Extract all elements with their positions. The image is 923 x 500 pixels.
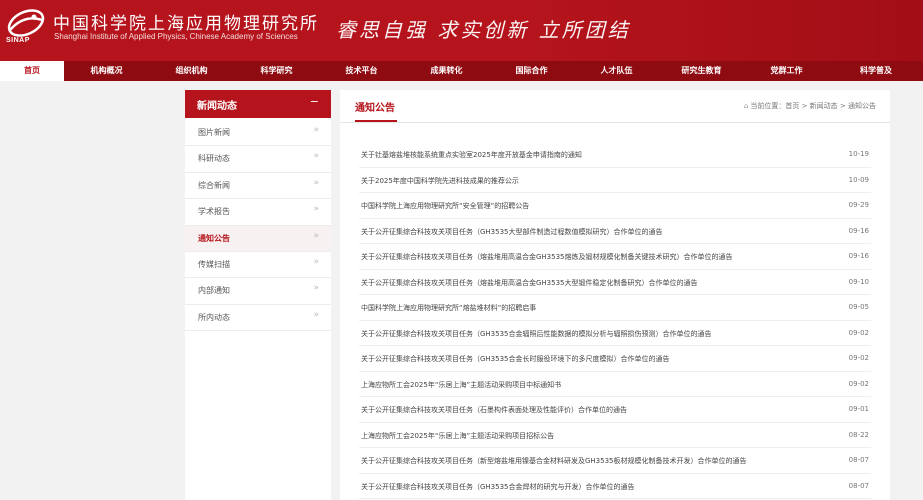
nav-item-science-outreach[interactable]: 科学普及	[829, 61, 923, 81]
sidebar-item-general-news[interactable]: 综合新闻 »	[185, 173, 331, 200]
title-underline	[355, 120, 397, 122]
list-item[interactable]: 关于公开征集综合科技攻关项目任务（石墨构件表面处理及性能评价）合作单位的通告 09…	[359, 397, 871, 423]
nav-item-home[interactable]: 首页	[0, 61, 64, 81]
nav-item-research[interactable]: 科学研究	[234, 61, 319, 81]
notice-title[interactable]: 中国科学院上海应用物理研究所“熔盐堆材料”的招聘启事	[361, 303, 536, 313]
sidebar: 新闻动态 − 图片新闻 » 科研动态 » 综合新闻 » 学术报告 » 通知公告 » 传媒扫…	[185, 90, 331, 500]
list-item[interactable]: 关于钍基熔盐堆核能系统重点实验室2025年度开放基金申请指南的通知 10-19	[359, 142, 871, 168]
list-item[interactable]: 关于公开征集综合科技攻关项目任务（新型熔盐堆用镍基合金材料研发及GH3535板材…	[359, 448, 871, 474]
nav-item-about[interactable]: 机构概况	[64, 61, 149, 81]
page-title: 通知公告	[355, 103, 395, 114]
list-item[interactable]: 关于公开征集综合科技攻关项目任务（熔盐堆用高温合金GH3535熔炼及锻材规模化制…	[359, 244, 871, 270]
notice-date: 09-29	[848, 201, 869, 209]
main-content: 通知公告 ⌂ 当前位置：首页 > 新闻动态 > 通知公告 关于钍基熔盐堆核能系统重…	[340, 90, 890, 500]
sidebar-item-label: 学术报告	[198, 207, 230, 217]
nav-item-transfer[interactable]: 成果转化	[404, 61, 489, 81]
sidebar-menu: 图片新闻 » 科研动态 » 综合新闻 » 学术报告 » 通知公告 » 传媒扫描 » 内部通知…	[185, 120, 331, 332]
nav-item-platforms[interactable]: 技术平台	[319, 61, 404, 81]
sidebar-item-label: 科研动态	[198, 154, 230, 164]
content-header: 通知公告 ⌂ 当前位置：首页 > 新闻动态 > 通知公告	[340, 90, 890, 123]
notice-title[interactable]: 关于公开征集综合科技攻关项目任务（熔盐堆用高温合金GH3535大型锻件稳定化制备…	[361, 278, 698, 288]
sidebar-item-media[interactable]: 传媒扫描 »	[185, 252, 331, 279]
nav-item-party[interactable]: 党群工作	[744, 61, 829, 81]
notice-title[interactable]: 关于公开征集综合科技攻关项目任务（GH3535合金焊材的研究与开发）合作单位的通…	[361, 482, 635, 492]
notice-date: 09-16	[848, 252, 869, 260]
chevron-right-icon: »	[313, 177, 319, 188]
nav-item-talent[interactable]: 人才队伍	[574, 61, 659, 81]
sidebar-item-internal-notices[interactable]: 内部通知 »	[185, 278, 331, 305]
notice-date: 10-19	[848, 150, 869, 158]
sidebar-item-label: 图片新闻	[198, 128, 230, 137]
chevron-right-icon: »	[313, 256, 319, 267]
sidebar-item-label: 通知公告	[198, 233, 230, 243]
list-item[interactable]: 关于公开征集综合科技攻关项目任务（GH3535合金长时服役环境下的多尺度模拟）合…	[359, 346, 871, 372]
site-header: SINAP 中国科学院上海应用物理研究所 Shanghai Institute …	[0, 0, 923, 61]
list-item[interactable]: 中国科学院上海应用物理研究所“熔盐堆材料”的招聘启事 09-05	[359, 295, 871, 321]
notice-title[interactable]: 中国科学院上海应用物理研究所“安全管理”的招聘公告	[361, 201, 529, 211]
list-item[interactable]: 上海应物所工会2025年“乐居上海”主题活动采购项目中标通知书 09-02	[359, 372, 871, 397]
notice-date: 09-10	[848, 277, 869, 286]
notice-title[interactable]: 关于2025年度中国科学院先进科技成果的推荐公示	[361, 176, 519, 186]
nav-item-organization[interactable]: 组织机构	[149, 61, 234, 81]
notice-date: 09-01	[848, 405, 869, 413]
notice-list: 关于钍基熔盐堆核能系统重点实验室2025年度开放基金申请指南的通知 10-19 关…	[359, 142, 871, 499]
sidebar-item-label: 传媒扫描	[198, 259, 230, 269]
chevron-right-icon: »	[313, 309, 319, 320]
notice-title[interactable]: 关于公开征集综合科技攻关项目任务（GH3535合金辐照后性能数据的模拟分析与辐照…	[361, 329, 712, 339]
institute-name-cn[interactable]: 中国科学院上海应用物理研究所	[53, 9, 319, 34]
sidebar-title: 新闻动态	[197, 101, 237, 112]
notice-title[interactable]: 关于公开征集综合科技攻关项目任务（熔盐堆用高温合金GH3535熔炼及锻材规模化制…	[361, 252, 733, 262]
chevron-right-icon: »	[313, 230, 319, 241]
notice-title[interactable]: 关于公开征集综合科技攻关项目任务（石墨构件表面处理及性能评价）合作单位的通告	[361, 405, 627, 415]
notice-date: 09-16	[848, 226, 869, 235]
collapse-icon[interactable]: −	[310, 95, 319, 108]
notice-title[interactable]: 上海应物所工会2025年“乐居上海”主题活动采购项目中标通知书	[361, 380, 561, 390]
notice-title[interactable]: 关于公开征集综合科技攻关项目任务（GH3535合金长时服役环境下的多尺度模拟）合…	[361, 354, 670, 364]
notice-title[interactable]: 关于公开征集综合科技攻关项目任务（新型熔盐堆用镍基合金材料研发及GH3535板材…	[361, 456, 747, 466]
notice-date: 09-02	[848, 354, 869, 362]
sidebar-item-seminars[interactable]: 学术报告 »	[185, 199, 331, 226]
notice-date: 08-07	[848, 456, 869, 464]
list-item[interactable]: 上海应物所工会2025年“乐居上海”主题活动采购项目招标公告 08-22	[359, 423, 871, 448]
institute-name-en: Shanghai Institute of Applied Physics, C…	[54, 32, 298, 41]
logo-abbreviation: SINAP	[6, 37, 30, 44]
sidebar-item-photo-news[interactable]: 图片新闻 »	[185, 120, 331, 147]
list-item[interactable]: 关于公开征集综合科技攻关项目任务（GH3535合金焊材的研究与开发）合作单位的通…	[359, 474, 871, 499]
notice-title[interactable]: 上海应物所工会2025年“乐居上海”主题活动采购项目招标公告	[361, 431, 554, 441]
chevron-right-icon: »	[313, 283, 319, 294]
institute-motto: 睿思自强 求实创新 立所团结	[336, 18, 631, 42]
chevron-right-icon: »	[313, 125, 319, 135]
nav-item-international[interactable]: 国际合作	[489, 61, 574, 81]
notice-date: 10-09	[848, 175, 869, 184]
notice-title[interactable]: 关于公开征集综合科技攻关项目任务（GH3535大型部件制造过程数值模拟研究）合作…	[361, 227, 663, 237]
sidebar-item-institute-news[interactable]: 所内动态 »	[185, 305, 331, 332]
list-item[interactable]: 关于2025年度中国科学院先进科技成果的推荐公示 10-09	[359, 168, 871, 193]
notice-date: 09-02	[848, 379, 869, 388]
chevron-right-icon: »	[313, 151, 319, 162]
sidebar-header: 新闻动态 −	[185, 90, 331, 118]
breadcrumb[interactable]: ⌂ 当前位置：首页 > 新闻动态 > 通知公告	[744, 101, 876, 111]
home-icon: ⌂	[743, 102, 749, 110]
sidebar-item-label: 综合新闻	[198, 180, 230, 190]
notice-title[interactable]: 关于钍基熔盐堆核能系统重点实验室2025年度开放基金申请指南的通知	[361, 150, 582, 160]
notice-date: 08-22	[848, 430, 869, 439]
notice-date: 09-02	[848, 328, 869, 337]
nav-item-education[interactable]: 研究生教育	[659, 61, 744, 81]
list-item[interactable]: 关于公开征集综合科技攻关项目任务（GH3535合金辐照后性能数据的模拟分析与辐照…	[359, 321, 871, 346]
chevron-right-icon: »	[313, 204, 319, 215]
main-nav: 首页 机构概况 组织机构 科学研究 技术平台 成果转化 国际合作 人才队伍 研究…	[0, 61, 923, 81]
list-item[interactable]: 关于公开征集综合科技攻关项目任务（GH3535大型部件制造过程数值模拟研究）合作…	[359, 219, 871, 244]
sidebar-item-research-news[interactable]: 科研动态 »	[185, 146, 331, 173]
list-item[interactable]: 关于公开征集综合科技攻关项目任务（熔盐堆用高温合金GH3535大型锻件稳定化制备…	[359, 270, 871, 295]
list-item[interactable]: 中国科学院上海应用物理研究所“安全管理”的招聘公告 09-29	[359, 193, 871, 219]
sidebar-item-label: 所内动态	[198, 312, 230, 322]
notice-date: 08-07	[848, 481, 869, 490]
breadcrumb-text[interactable]: 当前位置：首页 > 新闻动态 > 通知公告	[750, 102, 876, 110]
notice-date: 09-05	[848, 303, 869, 311]
sidebar-item-notices[interactable]: 通知公告 »	[185, 225, 331, 252]
sidebar-item-label: 内部通知	[198, 286, 230, 296]
